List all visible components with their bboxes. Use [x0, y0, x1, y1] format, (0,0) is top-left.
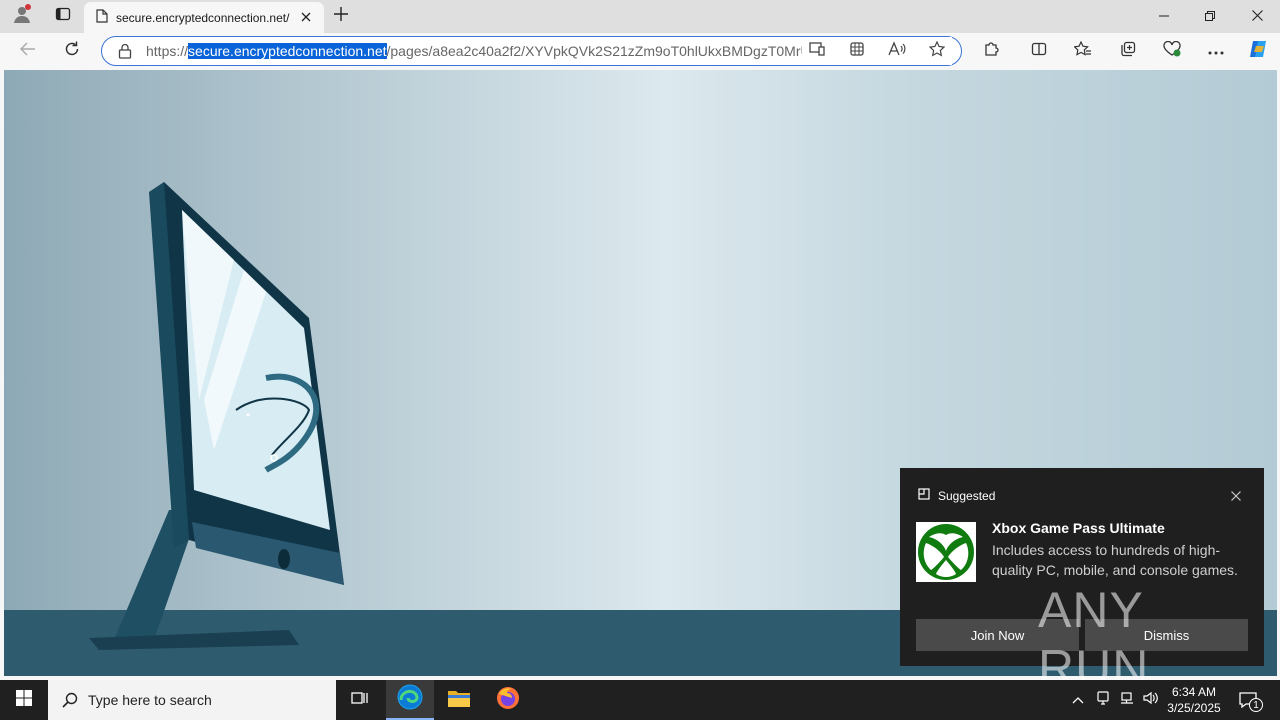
lock-icon[interactable] [118, 43, 132, 59]
edge-icon [397, 684, 423, 715]
close-tab-button[interactable] [296, 11, 316, 25]
restore-button[interactable] [1187, 0, 1233, 33]
pin-icon [918, 488, 930, 503]
minimize-icon [1159, 8, 1169, 26]
favorites-icon [1073, 40, 1092, 62]
notification-header-label: Suggested [938, 488, 996, 503]
plus-icon [334, 7, 348, 26]
url-domain: secure.encryptedconnection.net [188, 43, 387, 59]
grid-icon [849, 41, 865, 62]
close-icon [1251, 8, 1263, 26]
browser-title-bar: secure.encryptedconnection.net/ [0, 0, 1280, 33]
show-hidden-icons-button[interactable] [1066, 680, 1090, 720]
dismiss-notification-button[interactable] [1226, 486, 1246, 506]
volume-button[interactable] [1139, 680, 1163, 720]
chevron-up-icon [1072, 691, 1084, 709]
clock-date: 3/25/2025 [1167, 701, 1221, 715]
task-view-icon [351, 690, 369, 711]
profile-button[interactable] [0, 0, 44, 33]
taskbar-search-box[interactable]: Type here to search [48, 680, 336, 720]
read-aloud-button[interactable] [882, 37, 912, 65]
close-window-button[interactable] [1234, 0, 1280, 33]
back-button[interactable] [13, 37, 43, 65]
action-center-button[interactable]: 1 [1226, 680, 1270, 720]
firefox-icon [496, 686, 520, 715]
windows-logo-icon [16, 689, 32, 711]
taskbar-file-explorer[interactable] [435, 680, 483, 720]
tab-actions-icon [55, 6, 71, 27]
notification-icon: 1 [1239, 692, 1263, 712]
notification-header: Suggested [918, 488, 995, 503]
search-placeholder: Type here to search [88, 692, 212, 708]
restore-icon [1205, 8, 1215, 26]
address-bar[interactable]: https://secure.encryptedconnection.net/p… [101, 36, 962, 66]
heart-pulse-icon [1163, 40, 1181, 62]
close-icon [301, 11, 311, 25]
minimize-button[interactable] [1141, 0, 1187, 33]
read-aloud-icon [888, 40, 906, 62]
search-icon [62, 692, 78, 708]
split-screen-icon [1031, 41, 1047, 62]
close-icon [1231, 488, 1241, 504]
favorites-button[interactable] [1068, 37, 1098, 65]
app-install-icon [809, 41, 825, 61]
start-button[interactable] [0, 680, 48, 720]
split-screen-button[interactable] [1024, 37, 1054, 65]
windows-taskbar: Type here to search 6:34 AM 3/25/2025 1 [0, 680, 1280, 720]
taskbar-clock[interactable]: 6:34 AM 3/25/2025 [1164, 684, 1224, 716]
device-icon [1096, 690, 1110, 710]
copilot-icon [1247, 38, 1269, 65]
tab-actions-button[interactable] [40, 0, 86, 33]
url-path: /pages/a8ea2c40a2f2/XYVpkQVk2S21zZm9oT0h… [386, 43, 811, 59]
refresh-icon [64, 41, 80, 62]
new-tab-button[interactable] [318, 0, 364, 33]
collections-icon [1120, 41, 1136, 62]
clock-time: 6:34 AM [1171, 685, 1217, 699]
favorite-star-button[interactable] [922, 37, 952, 65]
notification-count-badge: 1 [1249, 698, 1263, 712]
notification-title: Xbox Game Pass Ultimate [992, 520, 1165, 536]
notification-description: Includes access to hundreds of high-qual… [992, 542, 1238, 578]
copilot-button[interactable] [1243, 37, 1273, 65]
refresh-button[interactable] [57, 37, 87, 65]
browser-tab[interactable]: secure.encryptedconnection.net/ [84, 2, 324, 33]
ellipsis-icon [1208, 42, 1224, 60]
app-available-button[interactable] [802, 37, 832, 65]
puzzle-icon [983, 41, 999, 62]
folder-icon [447, 688, 471, 713]
task-view-button[interactable] [336, 680, 384, 720]
more-button[interactable] [1201, 37, 1231, 65]
extensions-button[interactable] [976, 37, 1006, 65]
taskbar-firefox[interactable] [484, 680, 532, 720]
browser-toolbar: https://secure.encryptedconnection.net/p… [0, 33, 1280, 69]
performance-button[interactable] [1157, 37, 1187, 65]
taskbar-edge[interactable] [386, 680, 434, 720]
back-arrow-icon [19, 41, 36, 61]
collections-button[interactable] [1113, 37, 1143, 65]
network-icon [1120, 691, 1134, 710]
url-scheme: https:// [146, 43, 189, 59]
tab-title: secure.encryptedconnection.net/ [116, 10, 290, 25]
page-icon [96, 9, 108, 26]
device-tray-button[interactable] [1091, 680, 1115, 720]
xbox-logo [916, 522, 976, 582]
anyrun-watermark: ANY RUN [1038, 582, 1238, 696]
speaker-icon [1143, 691, 1159, 710]
star-icon [928, 40, 946, 62]
apps-button[interactable] [842, 37, 872, 65]
network-button[interactable] [1115, 680, 1139, 720]
profile-icon [12, 4, 32, 29]
